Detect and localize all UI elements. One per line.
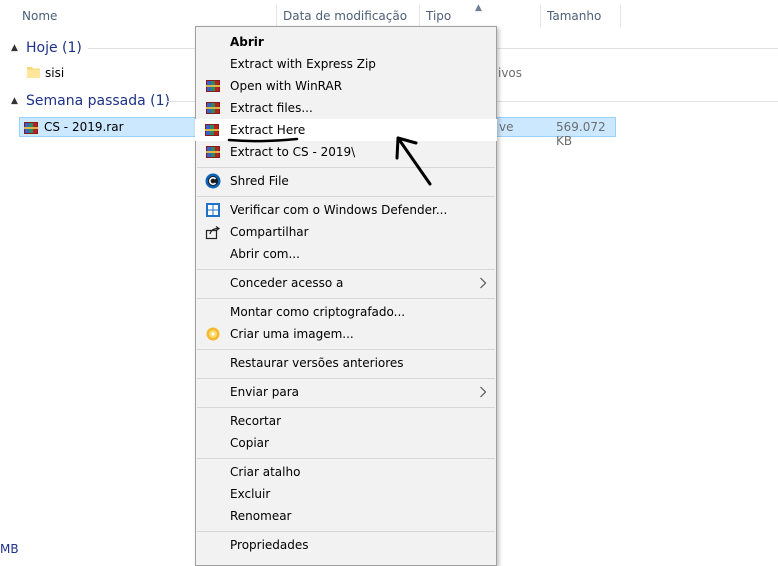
menu-item-mount-encrypted[interactable]: Montar como criptografado... (196, 301, 496, 323)
menu-item-restore-versions[interactable]: Restaurar versões anteriores (196, 352, 496, 374)
menu-item-label: Abrir com... (230, 247, 300, 261)
menu-item-extract-to-folder[interactable]: Extract to CS - 2019\ (196, 141, 496, 163)
shred-icon (205, 173, 221, 189)
file-type: ve (499, 120, 514, 134)
menu-item-label: Compartilhar (230, 225, 309, 239)
winrar-icon (205, 100, 221, 116)
menu-item-label: Renomear (230, 509, 292, 523)
chevron-right-icon (479, 381, 487, 403)
menu-item-label: Open with WinRAR (230, 79, 343, 93)
file-name: sisi (45, 66, 65, 80)
column-header-name[interactable]: Nome (16, 5, 277, 27)
menu-item-open-winrar[interactable]: Open with WinRAR (196, 75, 496, 97)
menu-item-extract-files[interactable]: Extract files... (196, 97, 496, 119)
menu-item-label: Montar como criptografado... (230, 305, 406, 319)
menu-separator (197, 349, 495, 350)
file-type: ivos (498, 66, 523, 80)
menu-item-create-image[interactable]: Criar uma imagem... (196, 323, 496, 345)
winrar-icon (204, 122, 220, 138)
chevron-down-icon: ▲ (11, 43, 18, 53)
menu-item-copy[interactable]: Copiar (196, 432, 496, 454)
menu-separator (197, 458, 495, 459)
menu-item-rename[interactable]: Renomear (196, 505, 496, 527)
sort-up-icon: ▲ (475, 3, 482, 13)
context-menu: Abrir Extract with Express Zip Open with… (195, 26, 497, 566)
column-header-row: Nome Data de modificação Tipo ▲ Tamanho (0, 3, 621, 28)
defender-shield-icon (205, 202, 221, 218)
menu-item-label: Extract Here (230, 123, 306, 137)
menu-item-cut[interactable]: Recortar (196, 410, 496, 432)
menu-item-label: Extract files... (230, 101, 313, 115)
menu-item-share[interactable]: Compartilhar (196, 221, 496, 243)
menu-separator (197, 298, 495, 299)
menu-item-label: Extract to CS - 2019\ (230, 145, 356, 159)
menu-item-extract-here[interactable]: Extract Here (195, 119, 497, 141)
status-bar-size: MB (0, 542, 19, 556)
menu-separator (197, 407, 495, 408)
file-size: 569.072 KB (556, 120, 606, 148)
file-name: CS - 2019.rar (44, 120, 124, 134)
menu-separator (197, 269, 495, 270)
group-title: Semana passada (1) (26, 93, 170, 109)
menu-item-shred-file[interactable]: Shred File (196, 170, 496, 192)
menu-item-label: Conceder acesso a (230, 276, 344, 290)
menu-item-open-with[interactable]: Abrir com... (196, 243, 496, 265)
disc-image-icon (205, 326, 221, 342)
group-title: Hoje (1) (26, 40, 82, 56)
menu-item-label: Verificar com o Windows Defender... (230, 203, 448, 217)
menu-item-label: Criar atalho (230, 465, 301, 479)
menu-item-open[interactable]: Abrir (196, 31, 496, 53)
menu-item-give-access[interactable]: Conceder acesso a (196, 272, 496, 294)
menu-item-label: Recortar (230, 414, 282, 428)
winrar-archive-icon (23, 120, 39, 136)
menu-item-label: Restaurar versões anteriores (230, 356, 404, 370)
menu-separator (197, 167, 495, 168)
menu-item-label: Shred File (230, 174, 289, 188)
winrar-icon (205, 78, 221, 94)
menu-item-label: Enviar para (230, 385, 299, 399)
menu-item-label: Criar uma imagem... (230, 327, 354, 341)
winrar-icon (205, 144, 221, 160)
menu-item-properties[interactable]: Propriedades (196, 534, 496, 556)
share-icon (205, 224, 221, 240)
menu-item-delete[interactable]: Excluir (196, 483, 496, 505)
menu-separator (197, 196, 495, 197)
menu-item-label: Extract with Express Zip (230, 57, 376, 71)
folder-icon (27, 65, 40, 78)
menu-item-windows-defender[interactable]: Verificar com o Windows Defender... (196, 199, 496, 221)
menu-item-extract-express-zip[interactable]: Extract with Express Zip (196, 53, 496, 75)
column-header-size[interactable]: Tamanho (541, 5, 621, 27)
menu-item-label: Excluir (230, 487, 271, 501)
menu-item-label: Abrir (230, 35, 264, 49)
menu-item-label: Propriedades (230, 538, 309, 552)
menu-item-create-shortcut[interactable]: Criar atalho (196, 461, 496, 483)
chevron-right-icon (479, 272, 487, 294)
menu-separator (197, 531, 495, 532)
menu-item-send-to[interactable]: Enviar para (196, 381, 496, 403)
menu-item-label: Copiar (230, 436, 269, 450)
chevron-down-icon: ▲ (11, 96, 18, 106)
menu-separator (197, 378, 495, 379)
column-header-date[interactable]: Data de modificação (277, 5, 420, 27)
